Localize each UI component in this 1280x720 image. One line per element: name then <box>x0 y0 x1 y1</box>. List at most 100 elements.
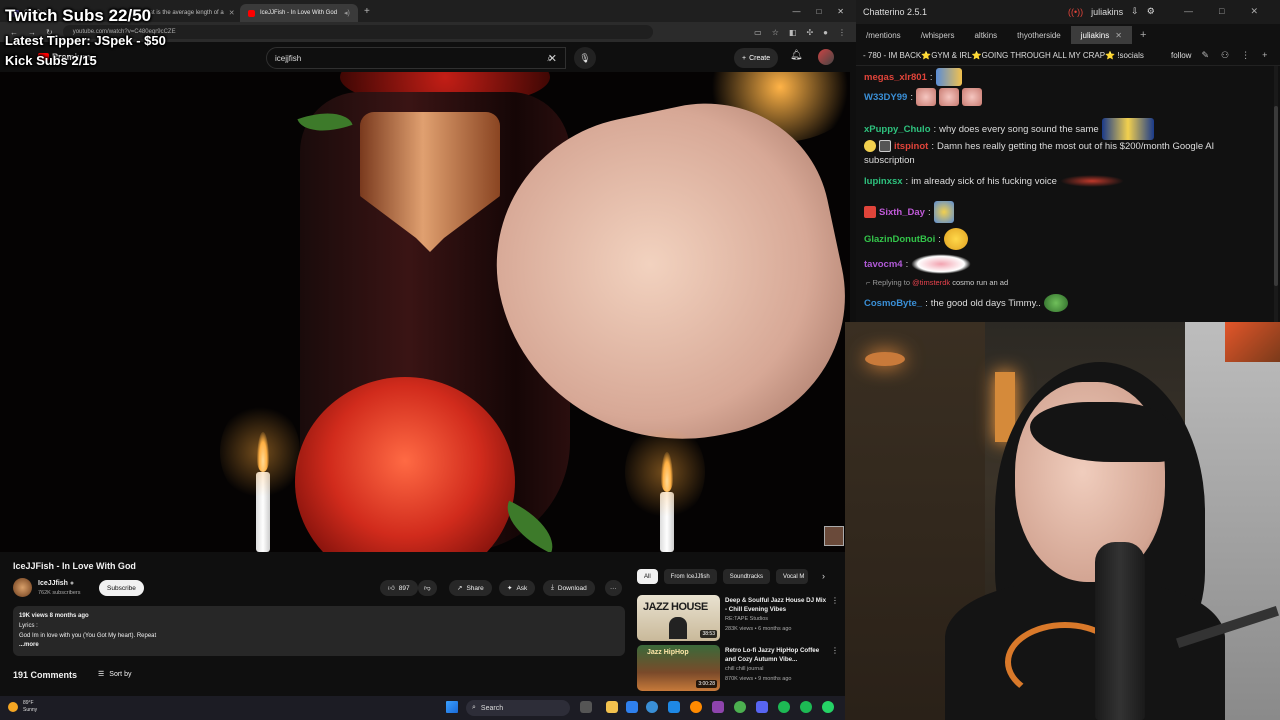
chevron-right-icon[interactable]: › <box>822 571 825 581</box>
extension-icon[interactable]: ◧ <box>789 28 797 37</box>
chat-username[interactable]: Sixth_Day <box>879 207 925 218</box>
more-vert-icon[interactable]: ⋮ <box>831 596 839 605</box>
close-icon[interactable]: ✕ <box>1115 31 1122 40</box>
sort-by-button[interactable]: ☰ Sort by <box>98 670 131 679</box>
chat-username[interactable]: megas_xlr801 <box>864 72 927 83</box>
follow-button[interactable]: follow <box>1171 51 1191 60</box>
puzzle-icon[interactable]: ✣ <box>806 28 813 37</box>
whatsapp-icon[interactable] <box>822 701 834 713</box>
reply-context[interactable]: ⌐ Replying to @timsterdk cosmo run an ad <box>866 278 1008 287</box>
gear-icon[interactable]: ⚙ <box>1147 6 1155 17</box>
sparkle-icon: ✦ <box>507 585 513 592</box>
taskbar-search[interactable]: ⌕ Search <box>466 700 570 716</box>
chat-message-continuation: subscription <box>864 155 915 166</box>
ask-button[interactable]: ✦ Ask <box>499 580 536 596</box>
subscribe-button[interactable]: Subscribe <box>99 580 144 596</box>
maximize-button[interactable]: □ <box>1219 6 1224 17</box>
app-icon[interactable] <box>712 701 724 713</box>
download-update-icon[interactable]: ⇩ <box>1131 6 1139 17</box>
tab-thyotherside[interactable]: thyotherside <box>1007 26 1071 44</box>
reply-prefix: Replying to <box>872 278 911 287</box>
chat-username[interactable]: xPuppy_Chulo <box>864 124 931 135</box>
recommendation-thumbnail[interactable]: JAZZ HOUSE 38:53 <box>637 595 720 641</box>
maximize-button[interactable]: □ <box>816 7 821 16</box>
close-window-button[interactable]: ✕ <box>1250 6 1258 17</box>
chat-username[interactable]: lupinxsx <box>864 176 903 187</box>
close-icon[interactable]: ✕ <box>229 9 235 17</box>
recommendation-item[interactable]: JAZZ HOUSE 38:53 Deep & Soulful Jazz Hou… <box>637 595 847 643</box>
task-view-icon[interactable] <box>580 701 592 713</box>
profile-icon[interactable]: ● <box>823 28 828 37</box>
plus-icon[interactable]: + <box>1262 50 1267 61</box>
taskbar: 89°F Sunny ⌕ Search <box>0 696 856 720</box>
menu-dots-icon[interactable]: ⋮ <box>838 28 846 37</box>
chip-from-channel[interactable]: From IceJJfish <box>663 569 717 584</box>
chat-username[interactable]: W33DY99 <box>864 92 907 103</box>
chat-username[interactable]: GlazinDonutBoi <box>864 234 935 245</box>
recommendation-item[interactable]: Jazz HipHop 3:00:28 Retro Lo-fi Jazzy Hi… <box>637 645 847 693</box>
reply-mention[interactable]: @timsterdk <box>912 278 950 287</box>
scrollbar-thumb[interactable] <box>1274 106 1278 286</box>
description-box[interactable]: 19K views 8 months ago Lyrics : God Im i… <box>13 606 625 656</box>
tab-whispers[interactable]: /whispers <box>911 26 965 44</box>
speaker-icon[interactable]: ◂) <box>344 9 350 17</box>
chrome-icon[interactable] <box>734 701 746 713</box>
new-tab-button[interactable]: + <box>358 6 376 17</box>
description-line: Lyrics : <box>19 623 38 629</box>
download-button[interactable]: ⤓ Download <box>543 580 595 596</box>
chat-username[interactable]: CosmoByte_ <box>864 298 922 309</box>
avatar[interactable] <box>818 49 834 65</box>
minimize-button[interactable]: — <box>792 7 800 16</box>
more-vert-icon[interactable]: ⋮ <box>831 646 839 655</box>
bell-icon[interactable]: 🔔︎ <box>790 50 803 61</box>
add-tab-button[interactable]: + <box>1132 29 1146 41</box>
minimize-button[interactable]: — <box>1184 6 1193 17</box>
discord-icon[interactable] <box>756 701 768 713</box>
recommendation-title: Retro Lo-fi Jazzy HipHop Coffee and Cozy… <box>725 647 820 663</box>
chip-soundtracks[interactable]: Soundtracks <box>722 569 771 584</box>
channel-name[interactable]: IceJJfish ● <box>38 580 74 587</box>
chat-username[interactable]: itspinot <box>894 141 928 152</box>
channel-avatar[interactable] <box>13 578 32 597</box>
chat-window-controls: — □ ✕ <box>1184 6 1258 17</box>
dislike-button[interactable]: 👎︎ <box>418 580 437 596</box>
users-icon[interactable]: ⚇ <box>1221 50 1229 61</box>
search-input[interactable]: icejjfish ✕ <box>266 47 566 69</box>
tab-altkins[interactable]: altkins <box>964 26 1007 44</box>
more-actions-button[interactable]: ··· <box>605 580 622 596</box>
video-player[interactable] <box>0 72 850 552</box>
spotify-icon[interactable] <box>800 701 812 713</box>
browser-tab-youtube[interactable]: IceJJFish - In Love With God ◂) ✕ <box>240 4 358 22</box>
tab-juliakins[interactable]: juliakins ✕ <box>1070 26 1132 44</box>
app-icon[interactable] <box>778 701 790 713</box>
recommendation-thumbnail[interactable]: Jazz HipHop 3:00:28 <box>637 645 720 691</box>
search-icon[interactable]: ⌕ <box>534 47 566 69</box>
weather-widget[interactable]: 89°F Sunny <box>8 700 37 714</box>
share-button[interactable]: ↗ Share <box>449 580 492 596</box>
file-explorer-icon[interactable] <box>606 701 618 713</box>
account-switcher[interactable]: ((•)) juliakins ⇩ ⚙ <box>1068 6 1155 17</box>
share-icon: ↗ <box>457 585 463 592</box>
pencil-icon[interactable]: ✎ <box>1201 50 1209 61</box>
like-button[interactable]: 👍︎ 897 <box>380 580 418 596</box>
chat-username[interactable]: tavocm4 <box>864 259 903 270</box>
edge-icon[interactable] <box>646 701 658 713</box>
windows-start-icon[interactable] <box>446 701 458 713</box>
chat-message: lupinxsx: im already sick of his fucking… <box>864 175 1124 187</box>
store-icon[interactable] <box>626 701 638 713</box>
microphone-icon[interactable]: 🎙 <box>574 47 596 69</box>
chip-all[interactable]: All <box>637 569 658 584</box>
firefox-icon[interactable] <box>690 701 702 713</box>
create-button[interactable]: + Create <box>734 48 779 68</box>
bookmark-star-icon[interactable]: ☆ <box>772 28 779 37</box>
chip-vocal[interactable]: Vocal M <box>776 569 809 584</box>
tab-mentions[interactable]: /mentions <box>856 26 911 44</box>
cast-icon[interactable]: ▭ <box>754 28 762 37</box>
close-window-button[interactable]: ✕ <box>837 7 844 16</box>
menu-dots-icon[interactable]: ⋮ <box>1241 50 1250 61</box>
chat-message: xPuppy_Chulo: why does every song sound … <box>864 118 1154 140</box>
chat-scrollbar[interactable] <box>1274 66 1278 322</box>
show-more-link[interactable]: ...more <box>19 640 619 650</box>
app-icon[interactable] <box>668 701 680 713</box>
recommendation-meta: 870K views • 9 months ago <box>725 676 792 682</box>
